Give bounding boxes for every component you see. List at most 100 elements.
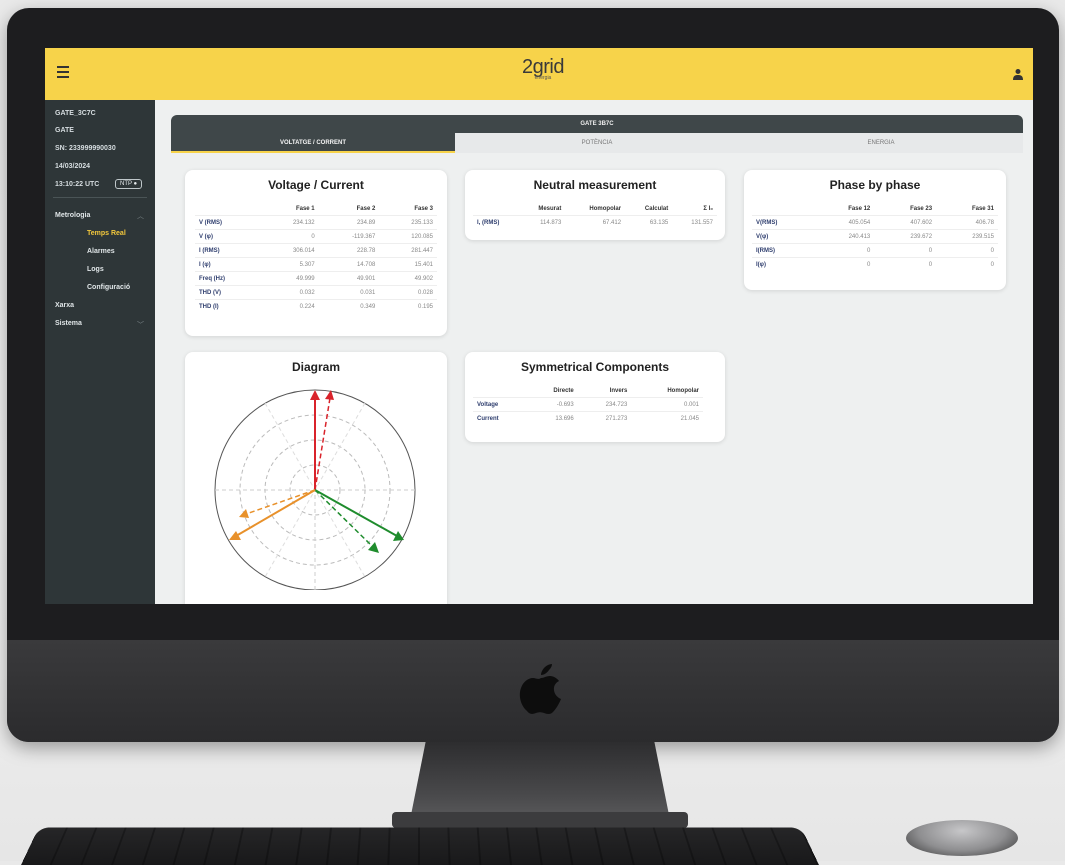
table-cell: 240.413 bbox=[812, 229, 875, 244]
user-icon[interactable] bbox=[1013, 68, 1023, 80]
header-cell: Homopolar bbox=[589, 205, 622, 212]
header-cell: Fase 31 bbox=[971, 205, 994, 212]
nav-alarmes[interactable]: Alarmes bbox=[87, 248, 115, 255]
row-label: THD (I) bbox=[195, 299, 261, 313]
table-cell: 0.349 bbox=[318, 299, 380, 313]
row-label: Freq (Hz) bbox=[195, 271, 261, 286]
neutral-title: Neutral measurement bbox=[533, 178, 657, 192]
table-cell: 281.447 bbox=[379, 243, 437, 258]
table-cell: 0.195 bbox=[379, 299, 437, 313]
table-cell: 0 bbox=[874, 257, 937, 271]
row-label: I(RMS) bbox=[752, 243, 813, 258]
header-cell: Fase 2 bbox=[356, 205, 376, 212]
table-cell: -119.367 bbox=[318, 229, 380, 244]
header-cell bbox=[473, 202, 519, 216]
header-cell: Calculat bbox=[644, 205, 669, 212]
device-type: GATE bbox=[55, 127, 74, 134]
table-row: I(RMS) 0 0 0 bbox=[752, 243, 998, 258]
apple-logo bbox=[519, 664, 561, 714]
table-row: Freq (Hz) 49.999 49.901 49.902 bbox=[195, 271, 437, 286]
table-cell: 131.557 bbox=[672, 215, 717, 229]
table-cell: 234.132 bbox=[261, 215, 319, 230]
table-cell: 0 bbox=[812, 243, 875, 258]
voltage-current-card: Voltage / Current Fase 1 Fase 2 Fase 3 V… bbox=[185, 170, 447, 336]
table-cell: 49.901 bbox=[318, 271, 380, 286]
table-cell: 5.307 bbox=[261, 257, 319, 272]
table-cell: 271.273 bbox=[577, 411, 632, 425]
nav-xarxa[interactable]: Xarxa bbox=[55, 302, 74, 309]
row-label: Current bbox=[473, 411, 527, 425]
row-label: Voltage bbox=[473, 397, 527, 412]
tab-voltage-current[interactable]: VOLTATGE / CORRENT bbox=[171, 133, 455, 153]
phasor-v2 bbox=[314, 489, 398, 537]
phase-by-phase-title: Phase by phase bbox=[829, 178, 921, 192]
header-cell: Fase 23 bbox=[910, 205, 933, 212]
table-cell: 0 bbox=[261, 229, 319, 244]
neutral-table: Mesurat Homopolar Calculat Σ I₀ I, (RMS)… bbox=[473, 202, 717, 229]
header-cell: Fase 12 bbox=[848, 205, 871, 212]
table-cell: 120.085 bbox=[379, 229, 437, 244]
phasor-diagram bbox=[214, 389, 416, 590]
nav-configuracio[interactable]: Configuració bbox=[87, 284, 130, 291]
table-row: Current 13.696 271.273 21.045 bbox=[473, 411, 703, 425]
table-cell: 239.672 bbox=[874, 229, 937, 244]
device-name: GATE_3C7C bbox=[55, 110, 96, 117]
top-bar: 2grid energia bbox=[45, 48, 1033, 100]
row-label: V(φ) bbox=[752, 229, 813, 244]
table-cell: 0.224 bbox=[261, 299, 319, 313]
table-cell: 0.032 bbox=[261, 285, 319, 300]
table-cell: 0 bbox=[874, 243, 937, 258]
tab-energia[interactable]: ENERGIA bbox=[739, 133, 1023, 153]
diagram-title: Diagram bbox=[291, 360, 341, 374]
table-cell: 0 bbox=[812, 257, 875, 271]
device-time: 13:10:22 UTC bbox=[55, 181, 100, 188]
phase-by-phase-card: Phase by phase Fase 12 Fase 23 Fase 31 V… bbox=[744, 170, 1006, 290]
table-cell: 63.135 bbox=[625, 215, 673, 229]
header-cell: Directe bbox=[553, 387, 574, 394]
gate-header: GATE 3B7C bbox=[171, 115, 1023, 133]
table-row: Voltage -0.693 234.723 0.001 bbox=[473, 397, 703, 412]
nav-metrologia[interactable]: Metrologia bbox=[55, 212, 90, 219]
table-row: THD (I) 0.224 0.349 0.195 bbox=[195, 299, 437, 313]
nav-temps-real[interactable]: Temps Real bbox=[87, 230, 126, 237]
voltage-current-title: Voltage / Current bbox=[268, 178, 364, 192]
table-cell: 306.014 bbox=[261, 243, 319, 258]
table-row: I(φ) 0 0 0 bbox=[752, 257, 998, 271]
device-date: 14/03/2024 bbox=[55, 163, 91, 170]
chevron-down-icon[interactable]: ﹀ bbox=[137, 320, 144, 330]
row-label: V (φ) bbox=[195, 229, 261, 244]
row-label: I (RMS) bbox=[195, 243, 261, 258]
arrowhead bbox=[393, 531, 404, 541]
header-cell: Mesurat bbox=[538, 205, 562, 212]
hamburger-menu-icon[interactable] bbox=[57, 66, 69, 80]
symmetrical-table: Directe Invers Homopolar Voltage -0.693 … bbox=[473, 384, 703, 425]
table-row: V(φ) 240.413 239.672 239.515 bbox=[752, 229, 998, 244]
table-cell: 0.031 bbox=[318, 285, 380, 300]
row-label: THD (V) bbox=[195, 285, 261, 300]
diagram-card: Diagram bbox=[185, 352, 447, 604]
arrowhead bbox=[310, 390, 320, 400]
sidebar: GATE_3C7C GATE SN: 233999990030 14/03/20… bbox=[45, 100, 155, 604]
table-cell: 114.873 bbox=[518, 215, 566, 229]
tab-bar: VOLTATGE / CORRENT POTÈNCIA ENERGIA bbox=[171, 133, 1023, 153]
row-label: V (RMS) bbox=[195, 215, 261, 230]
neutral-measurement-card: Neutral measurement Mesurat Homopolar Ca… bbox=[465, 170, 725, 240]
table-row: V (φ) 0 -119.367 120.085 bbox=[195, 229, 437, 244]
chevron-up-icon[interactable]: ︿ bbox=[137, 211, 144, 221]
header-cell: Σ I₀ bbox=[703, 205, 713, 212]
nav-logs[interactable]: Logs bbox=[87, 266, 104, 273]
table-cell: 239.515 bbox=[936, 229, 998, 244]
keyboard bbox=[20, 827, 820, 865]
mouse bbox=[906, 820, 1018, 856]
table-cell: 0 bbox=[936, 257, 998, 271]
row-label: I (φ) bbox=[195, 257, 261, 272]
table-row: I (φ) 5.307 14.708 15.401 bbox=[195, 257, 437, 272]
table-cell: 14.708 bbox=[318, 257, 380, 272]
ntp-status-badge: NTP ● bbox=[115, 179, 143, 189]
tab-potencia[interactable]: POTÈNCIA bbox=[455, 133, 739, 153]
nav-sistema[interactable]: Sistema bbox=[55, 320, 82, 327]
table-row: V(RMS) 405.054 407.602 406.78 bbox=[752, 215, 998, 230]
table-cell: 21.045 bbox=[631, 411, 703, 425]
table-cell: 228.78 bbox=[318, 243, 380, 258]
table-row: THD (V) 0.032 0.031 0.028 bbox=[195, 285, 437, 300]
